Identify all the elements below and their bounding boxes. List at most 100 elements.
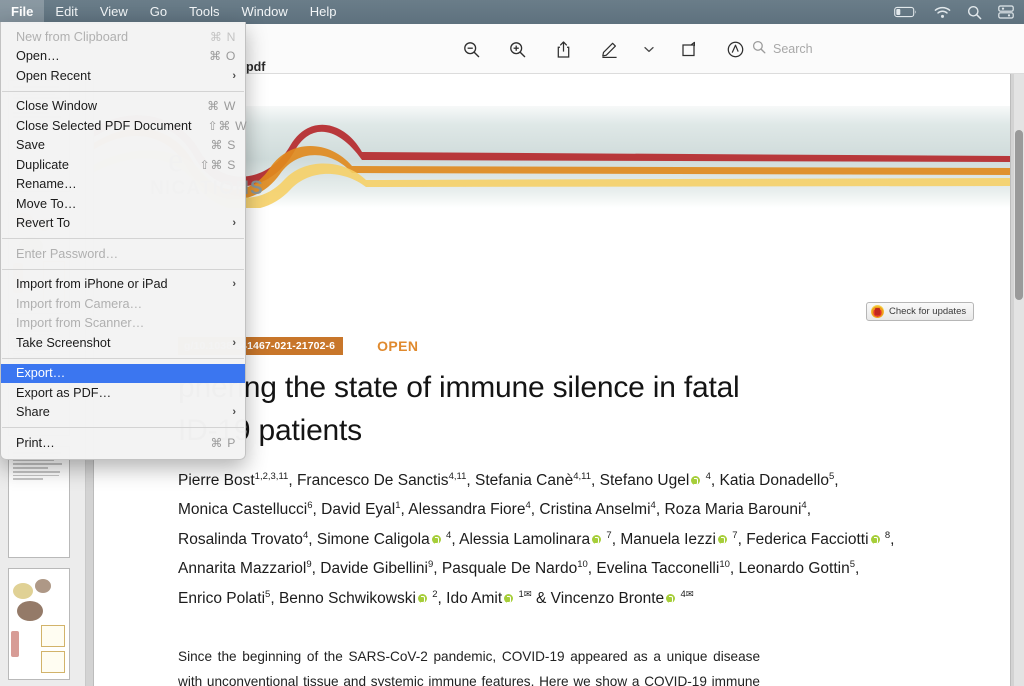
menu-item-print[interactable]: Print… ⌘ P xyxy=(1,433,245,453)
menu-item-label: Close Selected PDF Document xyxy=(16,118,192,133)
page-thumbnail[interactable] xyxy=(8,446,70,558)
title-line-1: phering the state of immune silence in f… xyxy=(178,371,740,404)
menu-item-import-from-iphone-or-ipad[interactable]: Import from iPhone or iPad › xyxy=(1,275,245,295)
menu-bar-item-help[interactable]: Help xyxy=(299,0,348,24)
chevron-down-icon[interactable] xyxy=(642,36,656,62)
author-name: David Eyal xyxy=(321,501,396,519)
orcid-icon[interactable] xyxy=(717,535,727,545)
menu-item-label: Close Window xyxy=(16,99,98,114)
author-name: Stefania Canè xyxy=(474,472,574,490)
menu-bar-status-items xyxy=(894,0,1024,24)
author-name: Roza Maria Barouni xyxy=(664,501,802,519)
author-name: Simone Caligola xyxy=(316,531,430,549)
menu-item-export-as-pdf[interactable]: Export as PDF… xyxy=(1,383,245,403)
rotate-icon[interactable] xyxy=(676,36,702,62)
author-name: Federica Facciotti xyxy=(746,531,869,549)
author-name: Evelina Tacconelli xyxy=(596,560,720,578)
menu-item-label: New from Clipboard xyxy=(16,29,129,44)
author-name: Cristina Anselmi xyxy=(539,501,651,519)
share-icon[interactable] xyxy=(550,36,576,62)
menu-item-share[interactable]: Share › xyxy=(1,403,245,423)
orcid-icon[interactable] xyxy=(691,476,701,486)
battery-icon[interactable] xyxy=(894,6,918,18)
menu-item-import-from-scanner: Import from Scanner… xyxy=(1,314,245,334)
menu-bar-item-view[interactable]: View xyxy=(89,0,139,24)
check-for-updates-label: Check for updates xyxy=(889,306,967,317)
menu-bar-items: File Edit View Go Tools Window Help xyxy=(0,0,347,24)
vertical-scrollbar-thumb[interactable] xyxy=(1015,130,1023,300)
orcid-icon[interactable] xyxy=(592,535,602,545)
search-icon xyxy=(752,40,766,59)
orcid-icon[interactable] xyxy=(666,593,676,603)
menu-item-label: Duplicate xyxy=(16,157,69,172)
author-name: Enrico Polati xyxy=(178,589,266,607)
author-affiliation-marker: 4 xyxy=(302,529,309,541)
menu-item-label: Open Recent xyxy=(16,68,91,83)
search-field[interactable]: Search xyxy=(752,24,813,74)
menu-item-close-selected-pdf-document[interactable]: Close Selected PDF Document ⇧⌘ W xyxy=(1,116,247,136)
file-menu-dropdown[interactable]: New from Clipboard ⌘ N Open… ⌘ O Open Recent… xyxy=(0,22,247,460)
menu-item-revert-to[interactable]: Revert To › xyxy=(1,214,245,234)
menu-bar-item-edit[interactable]: Edit xyxy=(44,0,88,24)
thumbnail-figure-preview xyxy=(9,569,69,679)
menu-item-label: Print… xyxy=(16,435,55,450)
wifi-icon[interactable] xyxy=(934,6,951,19)
author-list: Pierre Bost1,2,3,11, Francesco De Sancti… xyxy=(178,464,968,611)
chevron-right-icon: › xyxy=(232,278,236,291)
author-name: Rosalinda Trovato xyxy=(178,531,303,549)
author-name: Manuela Iezzi xyxy=(620,531,716,549)
menu-bar-item-go[interactable]: Go xyxy=(139,0,178,24)
author-line: Enrico Polati5, Benno Schwikowski 2, Ido… xyxy=(178,588,694,607)
menu-item-save[interactable]: Save ⌘ S xyxy=(1,136,245,156)
vertical-scrollbar-track[interactable] xyxy=(1014,74,1024,686)
page-thumbnail[interactable] xyxy=(8,568,70,680)
zoom-out-icon[interactable] xyxy=(458,36,484,62)
menu-item-close-window[interactable]: Close Window ⌘ W xyxy=(1,97,245,117)
menu-item-shortcut: ⌘ S xyxy=(210,138,236,153)
open-access-label: OPEN xyxy=(377,338,419,354)
menu-bar-item-tools[interactable]: Tools xyxy=(178,0,230,24)
menu-item-open[interactable]: Open… ⌘ O xyxy=(1,47,245,67)
orcid-icon[interactable] xyxy=(870,535,880,545)
spotlight-search-icon[interactable] xyxy=(967,5,982,20)
menu-separator xyxy=(2,357,244,359)
menu-bar-item-window[interactable]: Window xyxy=(230,0,298,24)
preview-app-window: pdf Search Check for updates g/10.1038/s… xyxy=(0,0,1024,686)
control-center-icon[interactable] xyxy=(998,5,1014,19)
annotate-circle-icon[interactable] xyxy=(722,36,748,62)
author-affiliation-marker: 4,11 xyxy=(573,471,592,482)
menu-item-export[interactable]: Export… xyxy=(1,363,245,383)
menu-item-shortcut: ⌘ O xyxy=(209,49,236,64)
author-affiliation-marker: 5 xyxy=(265,588,271,600)
page-title: phering the state of immune silence in f… xyxy=(178,366,978,452)
author-name: Pasquale De Nardo xyxy=(441,560,578,578)
orcid-icon[interactable] xyxy=(417,593,427,603)
menu-item-take-screenshot[interactable]: Take Screenshot › xyxy=(1,333,245,353)
author-affiliation-marker: 1✉ xyxy=(518,588,532,600)
abstract-text: Since the beginning of the SARS-CoV-2 pa… xyxy=(178,649,760,686)
author-name: Annarita Mazzariol xyxy=(178,560,307,578)
author-name: Davide Gibellini xyxy=(320,560,428,578)
author-affiliation-marker: 1 xyxy=(395,500,401,512)
menu-item-duplicate[interactable]: Duplicate ⇧⌘ S xyxy=(1,155,245,175)
menu-item-move-to[interactable]: Move To… xyxy=(1,194,245,214)
author-affiliation-marker: 9 xyxy=(306,559,312,571)
orcid-icon[interactable] xyxy=(504,593,514,603)
menu-item-rename[interactable]: Rename… xyxy=(1,175,245,195)
author-line: Rosalinda Trovato4, Simone Caligola 4, A… xyxy=(178,529,895,549)
orcid-icon[interactable] xyxy=(431,535,441,545)
zoom-in-icon[interactable] xyxy=(504,36,530,62)
search-input[interactable]: Search xyxy=(773,42,813,56)
menu-separator xyxy=(2,238,244,239)
check-for-updates-badge[interactable]: Check for updates xyxy=(866,302,975,321)
crossmark-icon xyxy=(871,305,884,318)
markup-pen-icon[interactable] xyxy=(596,36,622,62)
menu-item-open-recent[interactable]: Open Recent › xyxy=(1,66,245,86)
author-affiliation-marker: 2 xyxy=(432,588,438,600)
menu-separator xyxy=(2,427,244,428)
author-affiliation-marker: 7 xyxy=(606,529,612,541)
chevron-right-icon: › xyxy=(232,336,236,349)
menu-bar-item-file[interactable]: File xyxy=(0,0,45,24)
author-line: Annarita Mazzariol9, Davide Gibellini9, … xyxy=(178,559,860,578)
document-title: pdf xyxy=(246,60,266,74)
